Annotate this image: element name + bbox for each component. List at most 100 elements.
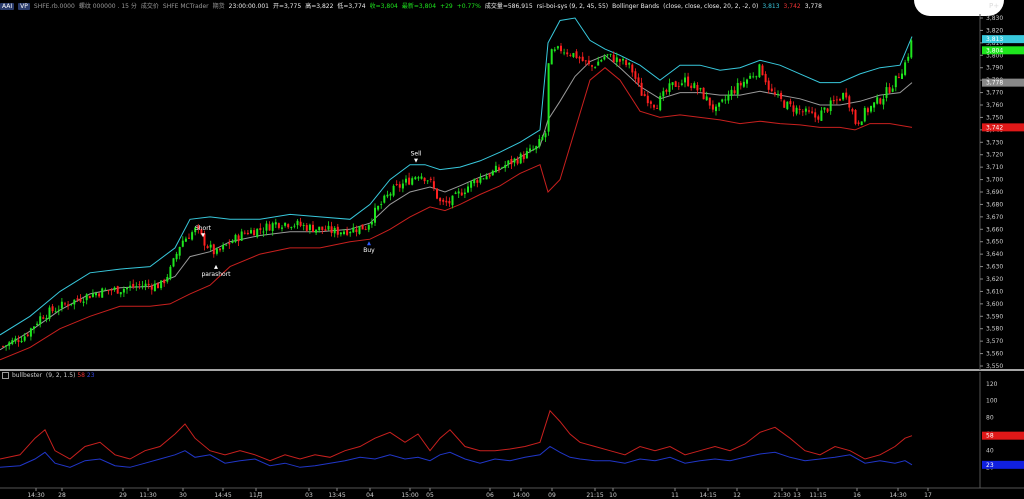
candle-body <box>423 177 426 182</box>
candle-body <box>33 326 35 329</box>
candle-body <box>302 225 305 227</box>
candle-body <box>879 98 882 104</box>
candle-body <box>451 195 454 206</box>
candle-body <box>160 280 163 289</box>
signal-label: Sell <box>411 151 422 158</box>
candle-body <box>48 307 51 319</box>
candle-body <box>299 221 302 226</box>
candle-body <box>364 229 367 230</box>
candle-body <box>163 279 166 284</box>
candle-body <box>755 76 758 78</box>
price-tick-label: 3,720 <box>986 152 1003 159</box>
signal-arrow <box>414 158 418 163</box>
time-tick-label: 14:45 <box>214 492 231 499</box>
candle-body <box>680 83 683 85</box>
candle-body <box>91 293 94 297</box>
candle-body <box>721 99 724 102</box>
indicator-toggle-box[interactable] <box>2 372 9 379</box>
candle-body <box>662 91 665 97</box>
candle-body <box>234 234 237 242</box>
candle-body <box>519 153 522 164</box>
time-tick-label: 15:00 <box>401 492 418 499</box>
candle-body <box>842 93 845 100</box>
candle-body <box>250 230 252 234</box>
candle-body <box>153 283 156 291</box>
candle-body <box>88 296 91 299</box>
candle-body <box>119 292 122 295</box>
candle-body <box>910 40 913 58</box>
candle-body <box>783 100 786 108</box>
price-tick-label: 3,670 <box>986 214 1003 221</box>
candle-body <box>463 192 466 195</box>
price-value-box-label: 3,742 <box>986 124 1003 131</box>
candle-body <box>417 177 420 179</box>
time-tick-label: 04 <box>366 492 374 499</box>
candle-body <box>178 246 181 256</box>
candle-body <box>51 306 54 312</box>
candle-body <box>811 111 814 113</box>
signal-arrow <box>214 264 218 269</box>
candle-body <box>188 237 190 239</box>
candle-body <box>550 49 553 65</box>
candle-body <box>324 229 327 231</box>
candle-body <box>770 88 773 92</box>
osc-series-line <box>0 409 913 462</box>
candle-body <box>888 87 891 93</box>
price-value-box-label: 3,778 <box>986 80 1003 87</box>
candle-body <box>569 55 572 56</box>
candle-body <box>556 46 559 49</box>
time-tick-label: 11月 <box>249 492 263 499</box>
candle-body <box>60 301 63 309</box>
candle-body <box>584 60 587 62</box>
candle-body <box>206 246 209 249</box>
candle-body <box>603 56 606 60</box>
candle-body <box>814 112 817 118</box>
candle-body <box>628 62 631 65</box>
price-tick-label: 3,760 <box>986 102 1003 109</box>
candle-body <box>808 110 810 112</box>
candle-body <box>848 96 851 108</box>
candle-body <box>420 176 423 179</box>
candle-body <box>702 87 705 100</box>
candle-body <box>693 83 696 89</box>
candle-body <box>507 160 510 165</box>
price-tick-label: 3,820 <box>986 27 1003 34</box>
candle-body <box>172 258 175 267</box>
osc-series-line <box>0 445 913 468</box>
osc-tick-label: 120 <box>986 381 998 388</box>
candle-body <box>823 107 826 110</box>
candle-body <box>209 244 212 248</box>
candle-body <box>448 200 451 204</box>
candle-body <box>473 179 476 184</box>
candle-body <box>293 225 296 227</box>
signal-label: parashort <box>201 271 231 278</box>
time-tick-label: 14:30 <box>889 492 906 499</box>
candle-body <box>891 88 894 92</box>
candle-body <box>606 54 609 56</box>
candle-body <box>281 227 283 229</box>
candle-body <box>268 224 271 231</box>
chart-canvas: 3,8303,8203,8103,8003,7903,7803,7703,760… <box>0 14 1024 499</box>
candle-body <box>166 276 169 282</box>
signal-arrow <box>367 241 371 246</box>
candle-body <box>625 60 628 66</box>
candle-body <box>23 336 26 341</box>
candle-body <box>429 178 432 180</box>
candle-body <box>727 94 730 101</box>
candle-body <box>367 224 370 230</box>
candle-body <box>101 288 104 298</box>
candle-body <box>835 99 838 101</box>
candle-body <box>482 178 485 180</box>
candle-body <box>126 287 128 290</box>
candle-body <box>901 73 903 79</box>
indicator-name: bullbester <box>12 372 43 379</box>
candle-body <box>854 109 857 124</box>
candle-body <box>789 101 792 105</box>
candle-body <box>798 108 801 110</box>
candle-body <box>8 342 11 346</box>
candle-body <box>315 229 318 233</box>
time-tick-label: 21:30 <box>773 492 790 499</box>
candle-body <box>355 229 358 233</box>
candle-body <box>634 71 637 79</box>
candle-body <box>491 170 494 176</box>
